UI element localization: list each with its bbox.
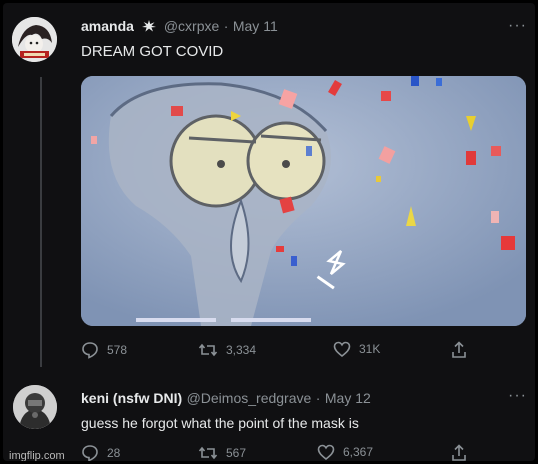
tweet1-retweet-count: 3,334 <box>226 343 257 357</box>
watermark-text: imgflip.com <box>9 450 65 461</box>
thread-connector-line <box>40 77 42 367</box>
share-icon <box>451 341 467 359</box>
share-icon <box>451 444 467 461</box>
tweet1-reply-count: 578 <box>107 343 128 357</box>
tweet2-retweet[interactable]: 567 <box>198 444 246 461</box>
tweet1-media-image[interactable] <box>81 76 526 326</box>
retweet-icon <box>198 341 218 359</box>
tweet2-like-count: 6,367 <box>343 445 374 459</box>
media-artwork <box>81 76 526 326</box>
tweet2-header: keni (nsfw DNI) @Deimos_redgrave · May 1… <box>81 390 371 408</box>
starburst-icon <box>142 19 157 32</box>
tweet1-handle[interactable]: @cxrpxe <box>164 18 219 34</box>
like-icon <box>317 444 335 460</box>
tweet1-date[interactable]: May 11 <box>233 18 278 34</box>
reply-icon <box>81 341 99 359</box>
feed-screenshot: amanda @cxrpxe · May 11 ··· DREAM GOT CO… <box>3 3 535 461</box>
tweet1-share[interactable] <box>451 341 467 359</box>
more-icon[interactable]: ··· <box>508 17 527 35</box>
tweet1-text: DREAM GOT COVID <box>81 43 224 60</box>
tweet2-reply[interactable]: 28 <box>81 444 120 461</box>
reply-icon <box>81 444 99 461</box>
avatar-keni[interactable] <box>13 385 57 429</box>
avatar-image <box>13 385 57 429</box>
tweet2-share[interactable] <box>451 444 467 461</box>
tweet1-reply[interactable]: 578 <box>81 341 127 359</box>
tweet1-display-name[interactable]: amanda <box>81 18 134 34</box>
retweet-icon <box>198 444 218 461</box>
tweet1-like-count: 31K <box>359 342 381 356</box>
tweet1-separator: · <box>223 18 229 34</box>
tweet2-text: guess he forgot what the point of the ma… <box>81 415 359 431</box>
tweet2-reply-count: 28 <box>107 446 121 460</box>
tweet1-retweet[interactable]: 3,334 <box>198 341 256 359</box>
like-icon <box>333 341 351 357</box>
avatar-image <box>12 17 57 62</box>
more-icon[interactable]: ··· <box>508 387 527 405</box>
tweet1-actions: 578 3,334 31K <box>81 341 481 361</box>
tweet2-handle[interactable]: @Deimos_redgrave <box>187 390 312 406</box>
tweet2-actions: 28 567 6,367 <box>81 444 481 461</box>
avatar-amanda[interactable] <box>12 17 57 62</box>
tweet1-like[interactable]: 31K <box>333 341 380 357</box>
tweet2-display-name[interactable]: keni (nsfw DNI) <box>81 390 182 406</box>
tweet2-like[interactable]: 6,367 <box>317 444 373 460</box>
tweet2-retweet-count: 567 <box>226 446 247 460</box>
tweet2-separator: · <box>315 390 321 406</box>
tweet1-header: amanda @cxrpxe · May 11 <box>81 18 278 36</box>
tweet2-date[interactable]: May 12 <box>325 390 371 406</box>
